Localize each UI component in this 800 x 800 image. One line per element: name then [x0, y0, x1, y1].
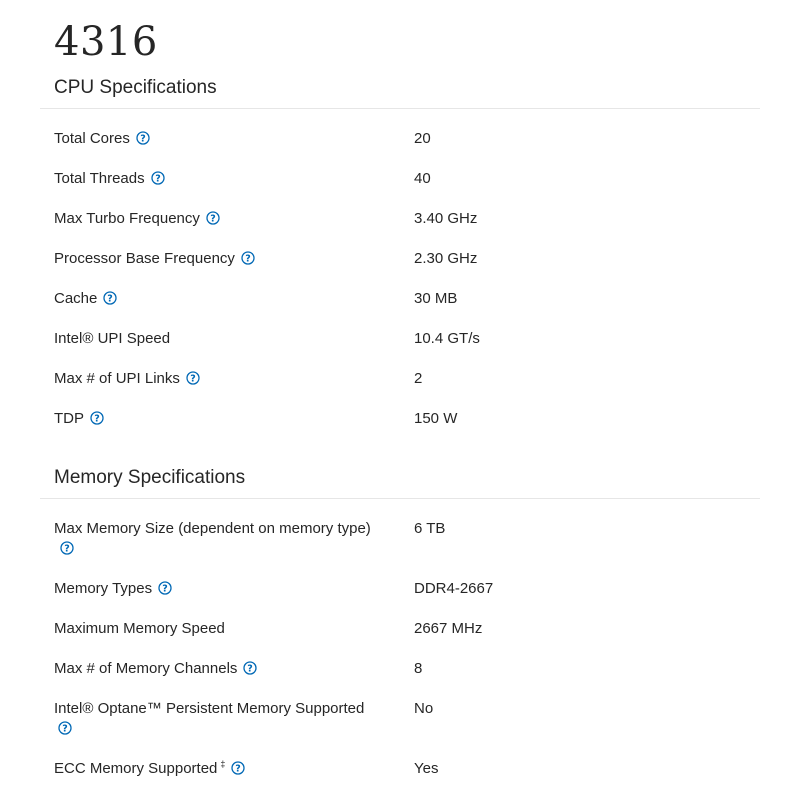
question-circle-icon[interactable]: ?	[136, 131, 150, 145]
question-circle-icon[interactable]: ?	[158, 581, 172, 595]
spec-value: 30 MB	[414, 290, 458, 307]
spec-label: Max Memory Size (dependent on memory typ…	[54, 519, 374, 559]
cpu-specifications-title: CPU Specifications	[54, 77, 217, 98]
question-circle-icon[interactable]: ?	[90, 411, 104, 425]
cpu-specifications-header: CPU Specifications	[40, 72, 760, 109]
svg-text:?: ?	[248, 663, 254, 674]
spec-row-processor-base-frequency: Processor Base Frequency? 2.30 GHz	[0, 249, 800, 289]
spec-label-text: Maximum Memory Speed	[54, 620, 225, 637]
spec-value: 20	[414, 130, 431, 147]
page-title: 4316	[54, 19, 158, 65]
question-circle-icon[interactable]: ?	[206, 211, 220, 225]
svg-text:?: ?	[155, 173, 161, 184]
spec-value: 150 W	[414, 410, 458, 427]
question-circle-icon[interactable]: ?	[58, 721, 72, 735]
spec-label-text: Cache	[54, 290, 98, 307]
spec-label-text: Max # of UPI Links	[54, 370, 180, 387]
memory-specifications-section: Memory Specifications Max Memory Size (d…	[0, 462, 800, 799]
spec-value: 6 TB	[414, 520, 446, 537]
spec-label: TDP?	[54, 409, 394, 429]
spec-label-text: Processor Base Frequency	[54, 250, 235, 267]
spec-row-upi-speed: Intel® UPI Speed 10.4 GT/s	[0, 329, 800, 369]
spec-value: 2667 MHz	[414, 620, 483, 637]
spec-label: Cache?	[54, 289, 394, 309]
svg-text:?: ?	[140, 133, 146, 144]
spec-row-max-memory-size: Max Memory Size (dependent on memory typ…	[0, 519, 800, 579]
spec-value: DDR4-2667	[414, 580, 494, 597]
spec-label: Processor Base Frequency?	[54, 249, 394, 269]
spec-row-total-cores: Total Cores? 20	[0, 129, 800, 169]
spec-label-text: Total Cores	[54, 130, 130, 147]
spec-row-max-turbo-frequency: Max Turbo Frequency? 3.40 GHz	[0, 209, 800, 249]
spec-row-optane-persistent-memory: Intel® Optane™ Persistent Memory Support…	[0, 699, 800, 759]
svg-text:?: ?	[210, 213, 216, 224]
spec-value: 40	[414, 170, 431, 187]
svg-text:?: ?	[94, 413, 100, 424]
spec-label-text: Memory Types	[54, 580, 153, 597]
spec-label-text: TDP	[54, 410, 84, 427]
spec-label: Max # of UPI Links?	[54, 369, 394, 389]
spec-label-text: Max # of Memory Channels	[54, 660, 238, 677]
memory-spec-list: Max Memory Size (dependent on memory typ…	[0, 519, 800, 799]
spec-label-text: Max Memory Size (dependent on memory typ…	[54, 520, 371, 537]
spec-label-text: Intel® UPI Speed	[54, 330, 171, 347]
spec-label-text: ECC Memory Supported	[54, 760, 218, 777]
svg-text:?: ?	[108, 293, 114, 304]
spec-row-ecc-memory-supported: ECC Memory Supported ‡? Yes	[0, 759, 800, 799]
svg-text:?: ?	[190, 373, 196, 384]
spec-row-max-upi-links: Max # of UPI Links? 2	[0, 369, 800, 409]
question-circle-icon[interactable]: ?	[150, 171, 165, 185]
memory-specifications-title: Memory Specifications	[54, 467, 246, 488]
spec-label: Max Turbo Frequency?	[54, 209, 394, 229]
spec-row-cache: Cache? 30 MB	[0, 289, 800, 329]
svg-text:?: ?	[236, 763, 242, 774]
cpu-specifications-section: CPU Specifications Total Cores? 20 Total…	[0, 72, 800, 449]
spec-label: Intel® Optane™ Persistent Memory Support…	[54, 699, 394, 739]
spec-label: Total Threads?	[54, 169, 394, 189]
spec-label: Intel® UPI Speed	[54, 329, 394, 349]
footnote-mark: ‡	[220, 759, 226, 769]
svg-text:?: ?	[62, 723, 68, 734]
spec-value: No	[414, 700, 434, 717]
question-circle-icon[interactable]: ?	[231, 761, 246, 775]
spec-value: 8	[414, 660, 423, 677]
question-circle-icon[interactable]: ?	[186, 371, 200, 385]
spec-label: ECC Memory Supported ‡?	[54, 759, 394, 779]
spec-label: Max # of Memory Channels?	[54, 659, 394, 679]
question-circle-icon[interactable]: ?	[103, 291, 118, 305]
spec-row-memory-types: Memory Types? DDR4-2667	[0, 579, 800, 619]
cpu-spec-list: Total Cores? 20 Total Threads? 40 Max Tu…	[0, 129, 800, 449]
svg-text:?: ?	[245, 253, 251, 264]
svg-text:?: ?	[64, 543, 70, 554]
spec-label-text: Max Turbo Frequency	[54, 210, 200, 227]
spec-row-maximum-memory-speed: Maximum Memory Speed 2667 MHz	[0, 619, 800, 659]
spec-label: Maximum Memory Speed	[54, 619, 394, 639]
spec-row-tdp: TDP? 150 W	[0, 409, 800, 449]
spec-label: Memory Types?	[54, 579, 394, 599]
spec-row-total-threads: Total Threads? 40	[0, 169, 800, 209]
svg-text:?: ?	[162, 583, 168, 594]
spec-label-text: Intel® Optane™ Persistent Memory Support…	[54, 700, 365, 717]
spec-value: 10.4 GT/s	[414, 330, 480, 347]
memory-specifications-header: Memory Specifications	[40, 462, 760, 499]
question-circle-icon[interactable]: ?	[241, 251, 255, 265]
spec-value: 3.40 GHz	[414, 210, 478, 227]
question-circle-icon[interactable]: ?	[243, 661, 258, 675]
spec-value: 2	[414, 370, 423, 387]
spec-label: Total Cores?	[54, 129, 394, 149]
spec-row-max-memory-channels: Max # of Memory Channels? 8	[0, 659, 800, 699]
spec-value: 2.30 GHz	[414, 250, 478, 267]
spec-label-text: Total Threads	[54, 170, 145, 187]
question-circle-icon[interactable]: ?	[60, 541, 74, 555]
spec-value: Yes	[414, 760, 439, 777]
